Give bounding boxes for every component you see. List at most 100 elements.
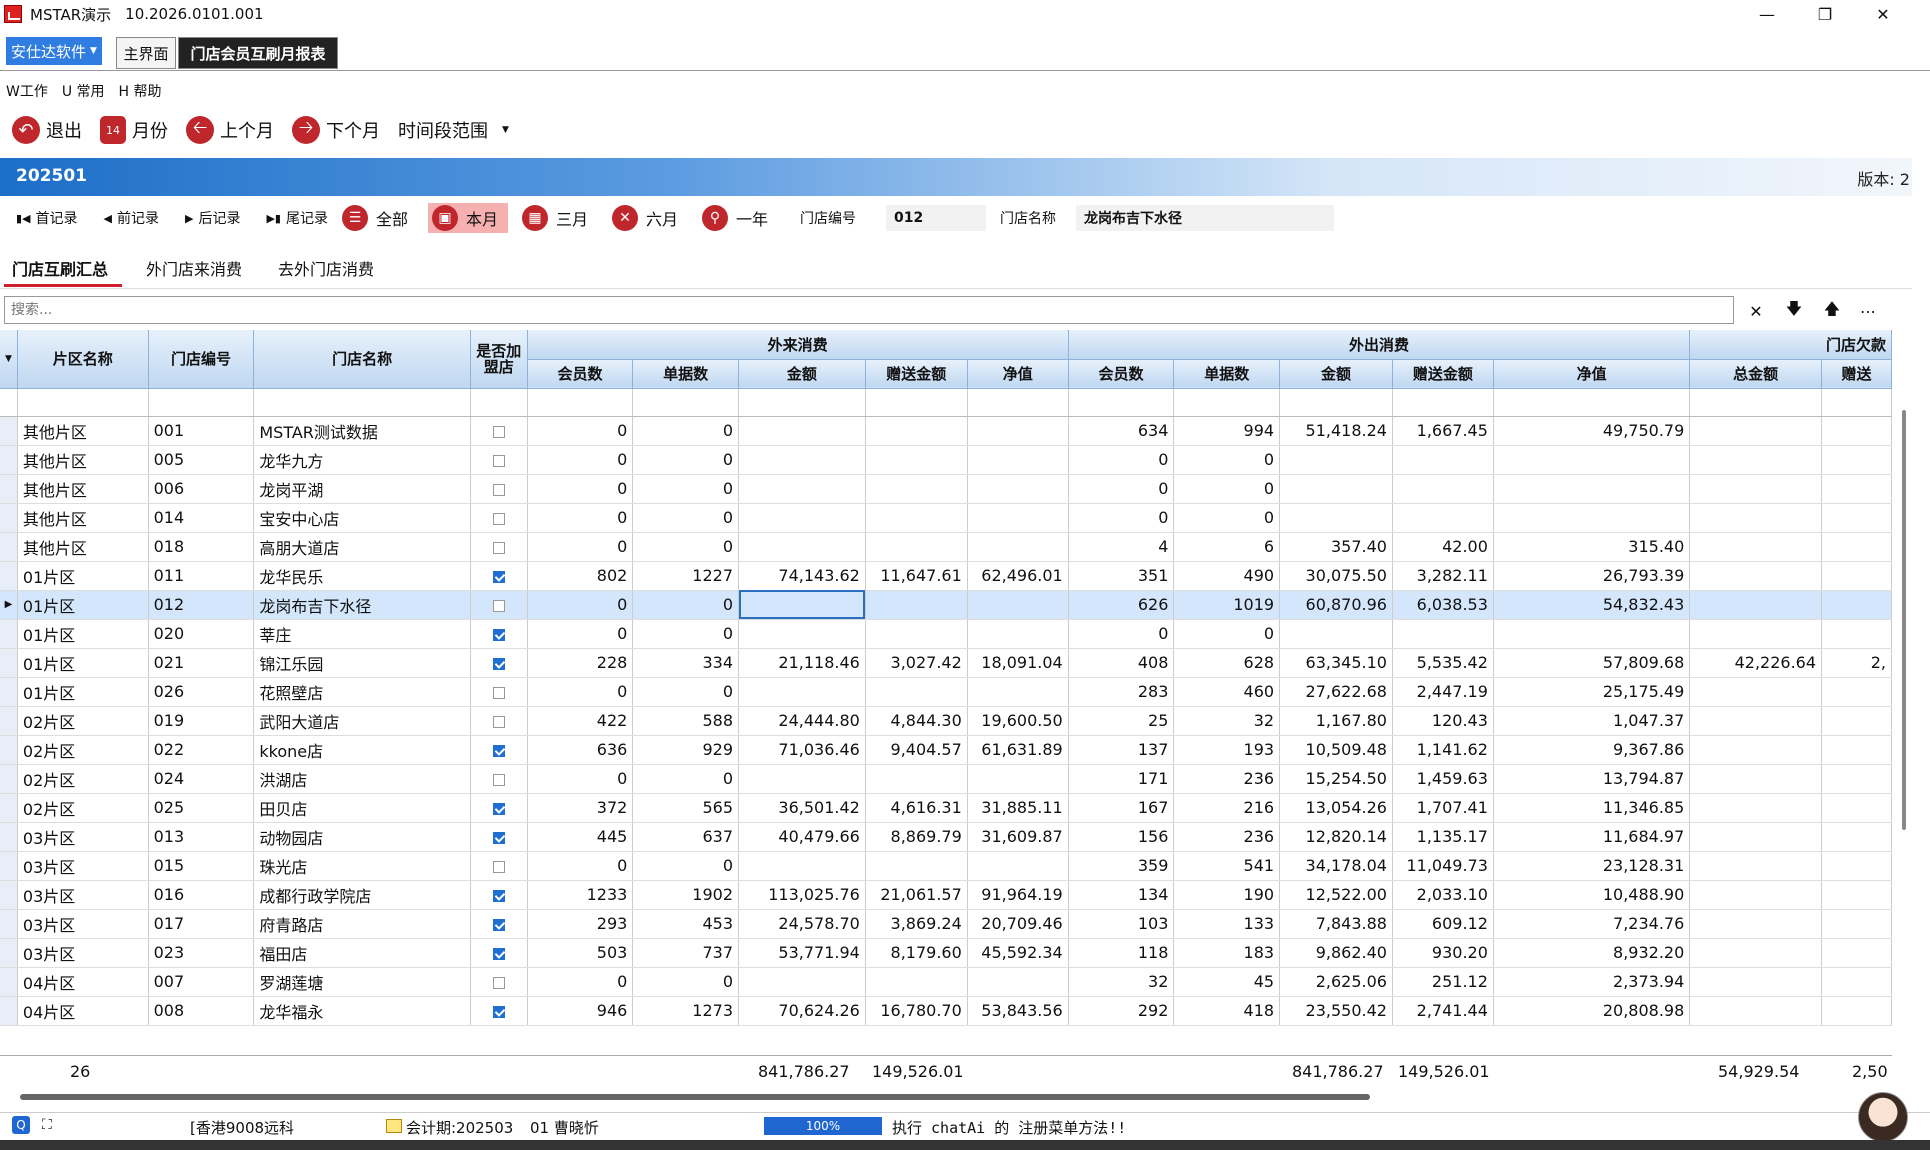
- franchise-checkbox[interactable]: [492, 918, 505, 931]
- filter-six-months-button[interactable]: ✕ 六月: [608, 203, 688, 233]
- cell-in-a[interactable]: 74,143.62: [738, 561, 866, 591]
- cell-out-a[interactable]: 1,167.80: [1279, 706, 1393, 736]
- cell-out-g[interactable]: 930.20: [1392, 938, 1494, 968]
- cell-area[interactable]: 01片区: [17, 590, 149, 620]
- cell-area[interactable]: 03片区: [17, 880, 149, 910]
- cell-in-b[interactable]: 588: [632, 706, 739, 736]
- cell-out-m[interactable]: 283: [1068, 677, 1175, 707]
- cell-franchise[interactable]: [470, 793, 528, 823]
- cell-out-b[interactable]: 45: [1173, 967, 1281, 997]
- row-indicator[interactable]: ▶: [0, 590, 18, 620]
- cell-in-m[interactable]: 0: [527, 416, 634, 446]
- cell-out-n[interactable]: [1493, 474, 1691, 504]
- cell-out-a[interactable]: 2,625.06: [1279, 967, 1393, 997]
- cell-in-b[interactable]: 1227: [632, 561, 739, 591]
- cell-in-b[interactable]: 1273: [632, 996, 739, 1026]
- cell-in-g[interactable]: [865, 619, 968, 649]
- cell-out-n[interactable]: 13,794.87: [1493, 764, 1691, 794]
- row-indicator[interactable]: [0, 416, 18, 446]
- cell-area[interactable]: 02片区: [17, 793, 149, 823]
- cell-out-b[interactable]: 183: [1173, 938, 1281, 968]
- cell-in-g[interactable]: [865, 590, 968, 620]
- cell-out-g[interactable]: 1,459.63: [1392, 764, 1494, 794]
- cell-tg[interactable]: [1821, 503, 1892, 533]
- table-row[interactable]: 01片区 020 莘庄 0 0 0 0: [0, 619, 1892, 649]
- cell-tg[interactable]: [1821, 938, 1892, 968]
- filter-cell[interactable]: [632, 388, 739, 417]
- cell-tot[interactable]: [1689, 822, 1823, 852]
- cell-out-m[interactable]: 292: [1068, 996, 1175, 1026]
- cell-in-g[interactable]: [865, 967, 968, 997]
- cell-out-n[interactable]: 8,932.20: [1493, 938, 1691, 968]
- filter-cell[interactable]: [1392, 388, 1494, 417]
- cell-in-g[interactable]: [865, 416, 968, 446]
- cell-in-n[interactable]: 62,496.01: [967, 561, 1069, 591]
- cell-tot[interactable]: [1689, 764, 1823, 794]
- cell-tot[interactable]: [1689, 938, 1823, 968]
- cell-out-b[interactable]: 460: [1173, 677, 1281, 707]
- filter-cell[interactable]: [527, 388, 634, 417]
- cell-store-code[interactable]: 022: [148, 735, 255, 765]
- cell-out-g[interactable]: 1,135.17: [1392, 822, 1494, 852]
- filter-one-year-button[interactable]: ⚲ 一年: [698, 203, 778, 233]
- cell-out-a[interactable]: 23,550.42: [1279, 996, 1393, 1026]
- cell-in-g[interactable]: 4,844.30: [865, 706, 968, 736]
- cell-out-b[interactable]: 1019: [1173, 590, 1281, 620]
- arrow-up-icon[interactable]: 🡅: [1820, 299, 1844, 322]
- filter-cell[interactable]: [738, 388, 866, 417]
- cell-store-name[interactable]: 洪湖店: [253, 764, 471, 794]
- cell-out-a[interactable]: 15,254.50: [1279, 764, 1393, 794]
- franchise-checkbox[interactable]: [492, 686, 505, 699]
- cell-out-n[interactable]: 7,234.76: [1493, 909, 1691, 939]
- cell-area[interactable]: 02片区: [17, 735, 149, 765]
- table-row[interactable]: 其他片区 001 MSTAR测试数据 0 0 634 994 51,418.24 1,667.4…: [0, 416, 1892, 446]
- row-indicator[interactable]: [0, 880, 18, 910]
- cell-in-a[interactable]: 70,624.26: [738, 996, 866, 1026]
- filter-cell[interactable]: [1821, 388, 1892, 417]
- cell-out-b[interactable]: 628: [1173, 648, 1281, 678]
- cell-in-m[interactable]: 422: [527, 706, 634, 736]
- franchise-checkbox[interactable]: [492, 715, 505, 728]
- cell-franchise[interactable]: [470, 532, 528, 562]
- cell-in-n[interactable]: 91,964.19: [967, 880, 1069, 910]
- cell-in-m[interactable]: 0: [527, 474, 634, 504]
- row-indicator[interactable]: [0, 561, 18, 591]
- cell-out-n[interactable]: 2,373.94: [1493, 967, 1691, 997]
- cell-out-m[interactable]: 0: [1068, 474, 1175, 504]
- cell-in-g[interactable]: [865, 851, 968, 881]
- cell-out-a[interactable]: 60,870.96: [1279, 590, 1393, 620]
- filter-all-button[interactable]: ☰ 全部: [338, 203, 418, 233]
- cell-out-b[interactable]: 418: [1173, 996, 1281, 1026]
- cell-store-name[interactable]: 福田店: [253, 938, 471, 968]
- cell-tg[interactable]: 2,: [1821, 648, 1892, 678]
- cell-in-a[interactable]: 24,444.80: [738, 706, 866, 736]
- cell-in-n[interactable]: [967, 967, 1069, 997]
- cell-out-b[interactable]: 994: [1173, 416, 1281, 446]
- cell-out-n[interactable]: 20,808.98: [1493, 996, 1691, 1026]
- cell-in-g[interactable]: [865, 764, 968, 794]
- col-store-gift[interactable]: 赠送: [1821, 359, 1892, 389]
- filter-cell[interactable]: [1068, 388, 1175, 417]
- cell-store-name[interactable]: 锦江乐园: [253, 648, 471, 678]
- cell-in-g[interactable]: [865, 445, 968, 475]
- cell-out-b[interactable]: 0: [1173, 474, 1281, 504]
- cell-in-n[interactable]: [967, 503, 1069, 533]
- cell-franchise[interactable]: [470, 909, 528, 939]
- table-row[interactable]: 04片区 008 龙华福永 946 1273 70,624.26 16,780.70 53,8…: [0, 996, 1892, 1026]
- maximize-icon[interactable]: ❐: [1802, 0, 1848, 28]
- cell-store-name[interactable]: 府青路店: [253, 909, 471, 939]
- cell-store-name[interactable]: 莘庄: [253, 619, 471, 649]
- table-row[interactable]: 03片区 023 福田店 503 737 53,771.94 8,179.60 45,592.…: [0, 938, 1892, 968]
- close-icon[interactable]: ✕: [1860, 0, 1906, 28]
- cell-tot[interactable]: [1689, 706, 1823, 736]
- franchise-checkbox[interactable]: [492, 889, 505, 902]
- cell-out-a[interactable]: 63,345.10: [1279, 648, 1393, 678]
- cell-out-n[interactable]: [1493, 619, 1691, 649]
- table-row[interactable]: ▶ 01片区 012 龙岗布吉下水径 0 0 626 1019 60,870.96 6,038.5…: [0, 590, 1892, 620]
- cell-tg[interactable]: [1821, 619, 1892, 649]
- search-icon[interactable]: Q: [12, 1116, 30, 1134]
- cell-out-n[interactable]: 9,367.86: [1493, 735, 1691, 765]
- cell-store-code[interactable]: 016: [148, 880, 255, 910]
- cell-in-g[interactable]: 16,780.70: [865, 996, 968, 1026]
- horizontal-scrollbar[interactable]: [20, 1094, 1370, 1100]
